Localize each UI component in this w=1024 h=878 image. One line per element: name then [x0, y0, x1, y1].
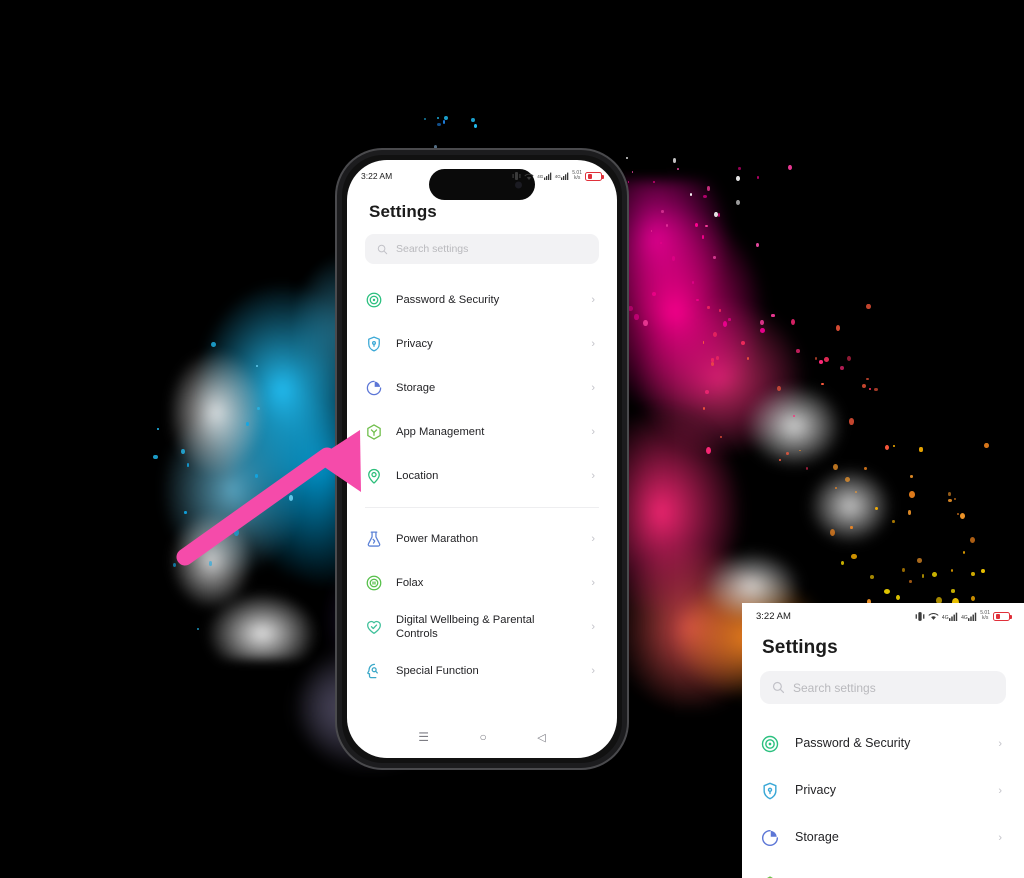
digital-wellbeing-heart-icon — [365, 618, 383, 636]
settings-row-label: Folax — [396, 576, 578, 590]
settings-row[interactable]: Storage › — [365, 366, 599, 410]
settings-group: Power Marathon › Folax › Digital Wellbeing &… — [365, 507, 599, 693]
zoomed-settings-panel: 3:22 AM 4G 4G 5.01 k/s Settings Search s… — [742, 603, 1024, 878]
settings-list: Password & Security › Privacy › Storage › App … — [347, 278, 617, 722]
panel-settings-row-label: Password & Security — [795, 736, 983, 752]
chevron-right-icon: › — [998, 832, 1002, 844]
settings-row-label: Privacy — [396, 337, 578, 351]
settings-row[interactable]: Special Function › — [365, 649, 599, 693]
phone-screen: 3:22 AM 4G 4G 5.01 k/s Settings Search s… — [347, 160, 617, 758]
settings-row[interactable]: Password & Security › — [365, 278, 599, 322]
panel-status-icons: 4G 4G 5.01 k/s — [915, 611, 1010, 622]
chevron-right-icon: › — [998, 785, 1002, 797]
settings-row-label: Password & Security — [396, 293, 578, 307]
android-nav-bar: ☰ ○ ◁ — [347, 722, 617, 758]
panel-settings-list: Password & Security › Privacy › Storage › App … — [742, 720, 1024, 878]
search-input[interactable]: Search settings — [365, 234, 599, 264]
panel-settings-row[interactable]: Password & Security › — [760, 720, 1006, 767]
chevron-right-icon: › — [998, 738, 1002, 750]
storage-pie-icon — [365, 379, 383, 397]
panel-search-placeholder: Search settings — [793, 681, 876, 695]
battery-low-icon — [585, 172, 602, 181]
settings-row-label: Storage — [396, 381, 578, 395]
settings-row-label: Special Function — [396, 664, 578, 678]
vibrate-icon — [915, 611, 925, 622]
phone-mockup: 3:22 AM 4G 4G 5.01 k/s Settings Search s… — [337, 150, 627, 768]
settings-row-label: Location — [396, 469, 578, 483]
storage-pie-icon — [760, 828, 780, 848]
settings-row[interactable]: Location › — [365, 454, 599, 498]
search-placeholder: Search settings — [396, 243, 468, 255]
panel-search-input[interactable]: Search settings — [760, 671, 1006, 704]
back-button[interactable]: ◁ — [537, 731, 545, 744]
battery-low-icon — [993, 612, 1010, 621]
chevron-right-icon: › — [591, 577, 595, 589]
privacy-shield-icon — [365, 335, 383, 353]
panel-settings-row-label: Privacy — [795, 783, 983, 799]
settings-row[interactable]: App Management › — [365, 410, 599, 454]
chevron-right-icon: › — [591, 470, 595, 482]
signal-4g-icon-2: 4G — [555, 172, 570, 180]
network-speed-icon: 5.01 k/s — [572, 171, 582, 181]
panel-settings-row-label: Storage — [795, 830, 983, 846]
white-powder-cloud-right — [640, 330, 920, 650]
panel-settings-row[interactable]: Privacy › — [760, 767, 1006, 814]
settings-row[interactable]: Digital Wellbeing & Parental Controls › — [365, 605, 599, 649]
settings-row[interactable]: Folax › — [365, 561, 599, 605]
panel-page-title: Settings — [742, 629, 1024, 671]
status-icons: 4G 4G 5.01 k/s — [512, 171, 602, 181]
chevron-right-icon: › — [591, 338, 595, 350]
settings-row[interactable]: Privacy › — [365, 322, 599, 366]
settings-row[interactable]: Power Marathon › — [365, 517, 599, 561]
signal-4g-icon-1: 4G — [942, 612, 958, 621]
pink-pointer-arrow — [175, 420, 370, 570]
chevron-right-icon: › — [591, 533, 595, 545]
settings-row-label: App Management — [396, 425, 578, 439]
search-icon — [377, 244, 388, 255]
settings-row-label: Digital Wellbeing & Parental Controls — [396, 613, 578, 641]
signal-4g-icon-1: 4G — [537, 172, 552, 180]
search-icon — [772, 681, 785, 694]
status-bar: 3:22 AM 4G 4G 5.01 k/s — [347, 160, 617, 192]
chevron-right-icon: › — [591, 294, 595, 306]
panel-status-time: 3:22 AM — [756, 611, 791, 622]
panel-settings-row[interactable]: App Management› — [760, 861, 1006, 878]
folax-assistant-icon — [365, 574, 383, 592]
app-management-icon — [760, 875, 780, 878]
settings-group: Password & Security › Privacy › Storage › App … — [365, 278, 599, 498]
panel-status-bar: 3:22 AM 4G 4G 5.01 k/s — [742, 603, 1024, 629]
special-function-head-icon — [365, 662, 383, 680]
network-speed-icon: 5.01 k/s — [980, 611, 990, 621]
home-button[interactable]: ○ — [480, 730, 487, 744]
chevron-right-icon: › — [591, 665, 595, 677]
wifi-icon — [524, 172, 534, 181]
vibrate-icon — [512, 171, 521, 181]
password-security-icon — [760, 734, 780, 754]
status-time: 3:22 AM — [361, 171, 392, 181]
recents-button[interactable]: ☰ — [418, 730, 429, 744]
signal-4g-icon-2: 4G — [961, 612, 977, 621]
settings-row-label: Power Marathon — [396, 532, 578, 546]
chevron-right-icon: › — [591, 426, 595, 438]
chevron-right-icon: › — [591, 621, 595, 633]
password-security-icon — [365, 291, 383, 309]
chevron-right-icon: › — [591, 382, 595, 394]
panel-settings-row[interactable]: Storage › — [760, 814, 1006, 861]
wifi-icon — [928, 611, 939, 621]
privacy-shield-icon — [760, 781, 780, 801]
